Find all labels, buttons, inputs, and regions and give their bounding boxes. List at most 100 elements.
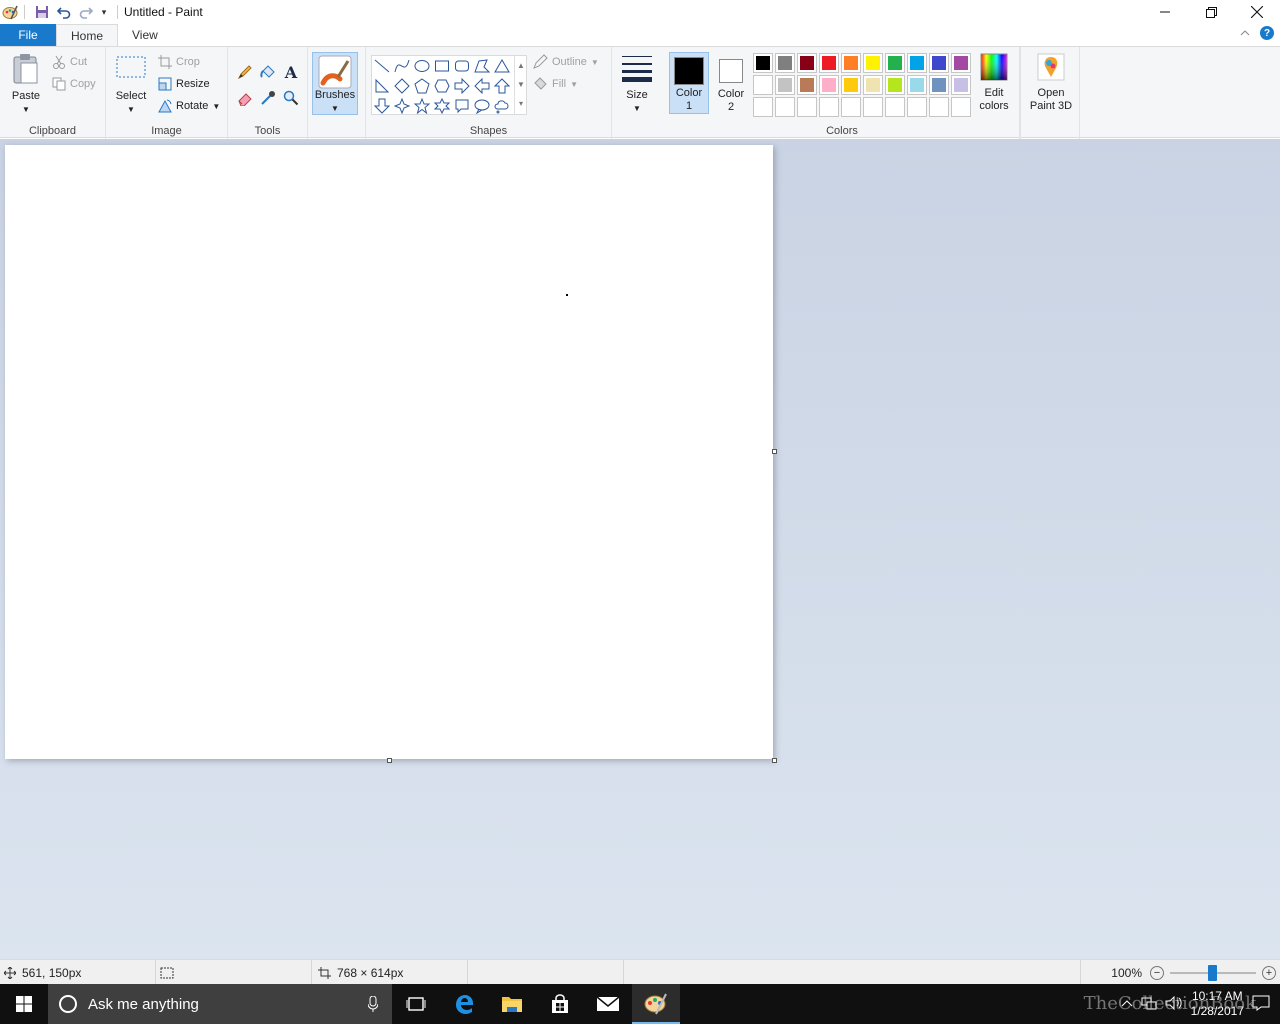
hexagon-shape-icon[interactable] [432,76,452,96]
taskbar-edge[interactable] [440,984,488,1024]
tab-home[interactable]: Home [56,24,119,46]
palette-swatch[interactable] [863,75,883,95]
four-point-star-shape-icon[interactable] [392,96,412,116]
right-triangle-shape-icon[interactable] [372,76,392,96]
up-arrow-shape-icon[interactable] [492,76,512,96]
select-dropdown-icon[interactable]: ▼ [127,103,135,116]
show-hidden-icons-icon[interactable] [1121,997,1133,1011]
line-shape-icon[interactable] [372,56,392,76]
start-button[interactable] [0,984,48,1024]
color2-button[interactable]: Color 2 [711,52,751,114]
size-button[interactable]: Size ▼ [618,53,656,115]
cortana-search-box[interactable]: Ask me anything [48,984,392,1024]
palette-swatch[interactable] [775,53,795,73]
right-arrow-shape-icon[interactable] [452,76,472,96]
task-view-button[interactable] [392,984,440,1024]
action-center-icon[interactable] [1252,995,1270,1014]
custom-color-slot[interactable] [907,97,927,117]
brushes-dropdown-icon[interactable]: ▼ [331,102,339,115]
palette-swatch[interactable] [863,53,883,73]
custom-color-slot[interactable] [929,97,949,117]
palette-swatch[interactable] [929,53,949,73]
help-icon[interactable]: ? [1260,26,1274,40]
collapse-ribbon-icon[interactable] [1240,26,1250,43]
fill-bucket-icon[interactable] [257,61,279,83]
five-point-star-shape-icon[interactable] [412,96,432,116]
down-arrow-shape-icon[interactable] [372,96,392,116]
custom-color-slot[interactable] [885,97,905,117]
zoom-slider-thumb[interactable] [1208,964,1217,981]
six-point-star-shape-icon[interactable] [432,96,452,116]
pentagon-shape-icon[interactable] [412,76,432,96]
save-icon[interactable] [31,1,53,23]
taskbar-file-explorer[interactable] [488,984,536,1024]
fill-button[interactable]: Fill ▼ [532,75,578,93]
volume-icon[interactable] [1165,995,1183,1013]
curve-shape-icon[interactable] [392,56,412,76]
brushes-button[interactable]: Brushes ▼ [312,52,358,115]
paint-app-icon[interactable] [2,4,18,20]
palette-swatch[interactable] [951,53,971,73]
custom-color-slot[interactable] [819,97,839,117]
select-button[interactable]: Select ▼ [112,53,150,115]
palette-swatch[interactable] [885,53,905,73]
palette-swatch[interactable] [841,53,861,73]
open-paint3d-button[interactable]: Open Paint 3D [1027,53,1075,117]
tab-file[interactable]: File [0,24,56,46]
polygon-shape-icon[interactable] [472,56,492,76]
triangle-shape-icon[interactable] [492,56,512,76]
palette-swatch[interactable] [907,75,927,95]
custom-color-slot[interactable] [841,97,861,117]
zoom-out-icon[interactable]: − [1150,965,1164,980]
oval-callout-shape-icon[interactable] [472,96,492,116]
taskbar-mail[interactable] [584,984,632,1024]
restore-icon[interactable] [1188,0,1234,24]
palette-swatch[interactable] [819,53,839,73]
rounded-rectangle-shape-icon[interactable] [452,56,472,76]
palette-swatch[interactable] [753,53,773,73]
cloud-callout-shape-icon[interactable] [492,96,512,116]
outline-button[interactable]: Outline ▼ [532,53,599,71]
custom-color-slot[interactable] [951,97,971,117]
network-icon[interactable] [1141,996,1157,1013]
palette-swatch[interactable] [819,75,839,95]
rounded-callout-shape-icon[interactable] [452,96,472,116]
palette-swatch[interactable] [841,75,861,95]
diamond-shape-icon[interactable] [392,76,412,96]
outline-dropdown-icon[interactable]: ▼ [591,58,599,67]
pencil-icon[interactable] [234,61,256,83]
palette-swatch[interactable] [797,53,817,73]
resize-button[interactable]: Resize [158,75,210,93]
drawing-canvas[interactable] [5,145,773,759]
rotate-button[interactable]: Rotate ▼ [158,97,220,115]
palette-swatch[interactable] [885,75,905,95]
size-dropdown-icon[interactable]: ▼ [633,102,641,115]
rotate-dropdown-icon[interactable]: ▼ [212,102,220,111]
microphone-icon[interactable] [368,996,378,1012]
palette-swatch[interactable] [797,75,817,95]
minimize-icon[interactable] [1142,0,1188,24]
custom-color-slot[interactable] [753,97,773,117]
cut-button[interactable]: Cut [52,53,87,71]
text-tool-icon[interactable]: A [280,61,302,83]
magnifier-icon[interactable] [280,87,302,109]
copy-button[interactable]: Copy [52,75,96,93]
palette-swatch[interactable] [907,53,927,73]
rectangle-shape-icon[interactable] [432,56,452,76]
redo-icon[interactable] [75,1,97,23]
tab-view[interactable]: View [118,24,172,46]
edit-colors-button[interactable]: Edit colors [974,53,1014,117]
eraser-icon[interactable] [234,87,256,109]
crop-button[interactable]: Crop [158,53,200,71]
resize-handle-right[interactable] [772,449,777,454]
zoom-in-icon[interactable]: + [1262,965,1276,980]
left-arrow-shape-icon[interactable] [472,76,492,96]
undo-icon[interactable] [53,1,75,23]
taskbar-store[interactable] [536,984,584,1024]
palette-swatch[interactable] [929,75,949,95]
palette-swatch[interactable] [775,75,795,95]
paste-button[interactable]: Paste ▼ [6,53,46,115]
paste-dropdown-icon[interactable]: ▼ [22,103,30,116]
custom-color-slot[interactable] [797,97,817,117]
fill-dropdown-icon[interactable]: ▼ [570,80,578,89]
